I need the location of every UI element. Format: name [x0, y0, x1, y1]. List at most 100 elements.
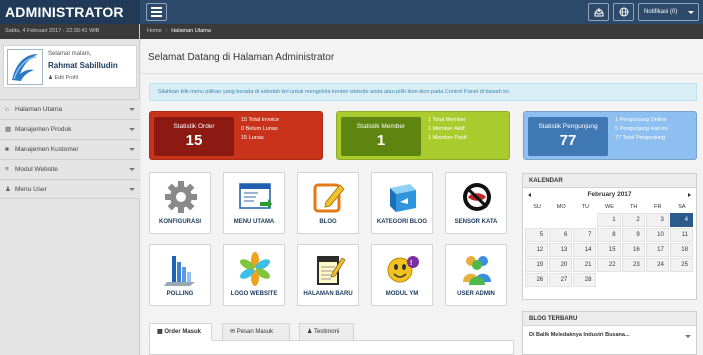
calendar-day[interactable]: 13 — [549, 243, 573, 257]
weekday-header: SU — [533, 204, 541, 210]
calendar-day[interactable]: 26 — [525, 273, 549, 287]
chevron-down-icon — [129, 148, 135, 151]
calendar-day[interactable]: 3 — [645, 213, 669, 227]
sidebar-item-manajemen-produk[interactable]: ▩ Manajemen Produk — [0, 119, 140, 139]
calendar-day[interactable]: 9 — [621, 228, 645, 242]
tile-label: POLLING — [166, 291, 194, 297]
tab-order-masuk[interactable]: ▩ Order Masuk — [149, 323, 212, 341]
blog-panel: BLOG TERBARU Di Balik Meledaknya Industr… — [522, 311, 697, 355]
tile-logo-website[interactable]: LOGO WEBSITE — [223, 244, 285, 306]
tile-label: MENU UTAMA — [233, 219, 275, 225]
blog-item[interactable]: Di Balik Meledaknya Industri Busana... — [523, 326, 696, 344]
calendar-title: KALENDAR — [523, 174, 696, 188]
tab-label: Testimoni — [313, 329, 340, 335]
weekday-header: TU — [581, 204, 590, 210]
notification-dropdown[interactable]: Notifikasi (0) — [638, 3, 699, 21]
calendar-day[interactable]: 10 — [645, 228, 669, 242]
edit-profile-link[interactable]: ♟ Edit Profil — [48, 75, 78, 81]
calendar-day[interactable]: 23 — [621, 258, 645, 272]
breadcrumb-current: Halaman Utama — [171, 28, 211, 34]
calendar-day[interactable]: 21 — [573, 258, 597, 272]
globe-button[interactable] — [613, 3, 634, 21]
calendar-day[interactable]: 19 — [525, 258, 549, 272]
calendar-day[interactable]: 16 — [621, 243, 645, 257]
window-icon — [239, 183, 272, 209]
calendar-day[interactable]: 6 — [549, 228, 573, 242]
stat-line: 1 Member Pasif — [428, 135, 467, 141]
tile-konfigurasi[interactable]: KONFIGURASI — [149, 172, 211, 234]
calendar-day[interactable]: 12 — [525, 243, 549, 257]
calendar-grid: SU MO TU WE TH FR SA 1 2 3 4 5 6 7 8 9 10 11 12 13 14 15 16 17 1… — [523, 202, 696, 288]
stat-line: 0 Belum Lunas — [241, 126, 278, 132]
sidebar-item-label: Modul Website — [15, 166, 58, 173]
weekday-header: SA — [678, 204, 686, 210]
calendar-day[interactable]: 15 — [597, 243, 621, 257]
calendar-day[interactable]: 22 — [597, 258, 621, 272]
next-month-icon[interactable] — [688, 193, 691, 197]
calendar-day[interactable]: 11 — [669, 228, 693, 242]
stat-details: 15 Total Invoice 0 Belum Lunas 15 Lunas — [241, 116, 279, 143]
calendar-day[interactable]: 14 — [573, 243, 597, 257]
weekday-header: FR — [654, 204, 662, 210]
tile-halaman-baru[interactable]: HALAMAN BARU — [297, 244, 359, 306]
blog-title: BLOG TERBARU — [523, 312, 696, 326]
tab-testimoni[interactable]: ♟ Testimoni — [299, 323, 354, 341]
user-icon: ♟ — [48, 75, 53, 81]
breadcrumb-home[interactable]: Home — [147, 28, 162, 34]
calendar-day[interactable]: 24 — [645, 258, 669, 272]
menu-toggle-button[interactable] — [146, 3, 167, 21]
calendar-empty-cell — [622, 273, 645, 287]
calendar-day[interactable]: 7 — [573, 228, 597, 242]
top-navbar: ADMINISTRATOR Notifikasi (0) — [0, 0, 703, 24]
weekday-header: WE — [605, 204, 614, 210]
sidebar-item-halaman-utama[interactable]: ⌂ Halaman Utama — [0, 99, 140, 119]
stat-label: Statistik Member — [356, 123, 406, 130]
calendar-day[interactable]: 8 — [597, 228, 621, 242]
calendar-day[interactable]: 25 — [669, 258, 693, 272]
prev-month-icon[interactable] — [528, 193, 531, 197]
tab-pesan-masuk[interactable]: ✉ Pesan Masuk — [222, 323, 290, 341]
calendar-day[interactable]: 28 — [573, 273, 597, 287]
sidebar-item-modul-website[interactable]: ≡ Modul Website — [0, 159, 140, 179]
stat-line: 15 Total Invoice — [241, 117, 280, 123]
app-title[interactable]: ADMINISTRATOR — [0, 0, 140, 24]
stat-value: 77 — [559, 132, 577, 149]
stat-card-order: Statistik Order 15 15 Total Invoice 0 Be… — [149, 111, 323, 160]
cart-icon: ▩ — [157, 329, 163, 335]
calendar-day[interactable]: 17 — [645, 243, 669, 257]
sidebar-item-label: Menu User — [15, 186, 47, 193]
gear-icon — [165, 181, 197, 213]
pinwheel-icon — [239, 252, 271, 286]
stat-card-pengunjung: Statistik Pengunjung 77 1 Pengunjung Onl… — [523, 111, 697, 160]
stat-value: 1 — [376, 132, 386, 149]
tab-label: Order Masuk — [164, 329, 202, 335]
date-display: Sabtu, 4 Februari 2017 - 22:30:41 WIB — [0, 24, 139, 39]
sidebar-item-menu-user[interactable]: ♟ Menu User — [0, 179, 140, 199]
tile-label: USER ADMIN — [457, 291, 495, 297]
calendar-day[interactable]: 27 — [549, 273, 573, 287]
tile-menu-utama[interactable]: MENU UTAMA — [223, 172, 285, 234]
blog-item-title: Di Balik Meledaknya Industri Busana... — [529, 332, 630, 338]
tile-sensor-kata[interactable]: SENSOR KATA — [445, 172, 507, 234]
calendar-day[interactable]: 5 — [525, 228, 549, 242]
chevron-down-icon — [129, 188, 135, 191]
calendar-day[interactable]: 4 — [669, 213, 693, 227]
edit-profile-label: Edit Profil — [54, 75, 79, 81]
calendar-day[interactable]: 20 — [549, 258, 573, 272]
sidebar-item-manajemen-kustomer[interactable]: ■ Manajemen Kustomer — [0, 139, 140, 159]
tile-blog[interactable]: BLOG — [297, 172, 359, 234]
stat-label: Statistik Pengunjung — [538, 123, 598, 130]
home-icon: ⌂ — [5, 106, 9, 113]
calendar-empty-cell — [646, 273, 669, 287]
calendar-day[interactable]: 1 — [597, 213, 621, 227]
hamburger-icon — [151, 7, 162, 9]
tile-modul-ym[interactable]: ! MODUL YM — [371, 244, 433, 306]
chevron-down-icon — [129, 168, 135, 171]
tile-user-admin[interactable]: USER ADMIN — [445, 244, 507, 306]
tile-kategori-blog[interactable]: KATEGORI BLOG — [371, 172, 433, 234]
tile-polling[interactable]: POLLING — [149, 244, 211, 306]
calendar-day[interactable]: 18 — [669, 243, 693, 257]
inbox-button[interactable] — [588, 3, 609, 21]
calendar-empty-cell — [597, 273, 620, 287]
calendar-day[interactable]: 2 — [621, 213, 645, 227]
